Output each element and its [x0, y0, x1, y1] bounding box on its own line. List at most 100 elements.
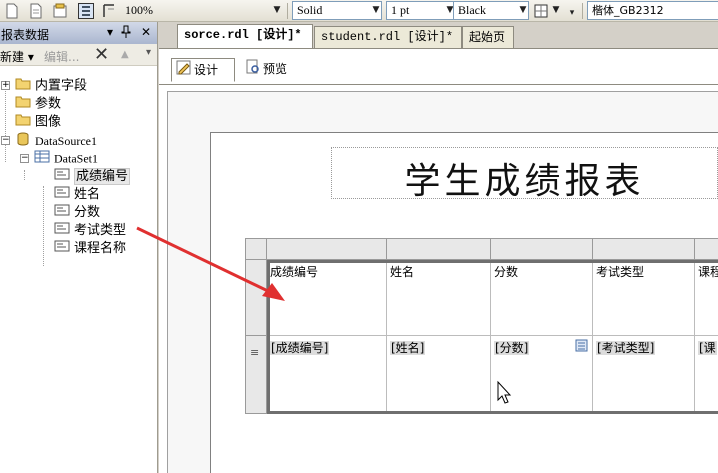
tree-item-label: 内置字段: [35, 78, 88, 94]
panel-title: 报表数据: [1, 28, 50, 42]
field-icon: [54, 204, 70, 221]
tree-item-label: DataSet1: [54, 151, 98, 166]
table-header-cell[interactable]: 分数: [491, 260, 593, 336]
expand-toggle[interactable]: +: [1, 81, 10, 90]
tree-item-datasource[interactable]: DataSource1: [15, 132, 97, 149]
tree-item-parameters[interactable]: 参数: [15, 95, 61, 112]
tab-preview[interactable]: 预览: [241, 58, 301, 82]
line-color-value: Black: [458, 3, 486, 17]
title-textbox[interactable]: 学生成绩报表: [331, 147, 718, 202]
delete-icon[interactable]: ✕: [94, 44, 109, 65]
panel-toolbar: 新建 ▾ 编辑... ✕ ▲ ▾: [0, 44, 157, 66]
datasource-icon: [15, 132, 31, 151]
close-icon[interactable]: ✕: [141, 25, 151, 39]
header-text: 姓名: [390, 265, 415, 279]
column-handle[interactable]: [387, 238, 491, 260]
line-width-value: 1 pt: [391, 3, 410, 17]
table-header-cell[interactable]: 成绩编号: [267, 260, 387, 336]
tab-start-page[interactable]: 起始页: [462, 26, 514, 48]
line-style-dropdown-icon[interactable]: ▼: [369, 1, 383, 20]
edit-button[interactable]: 编辑...: [44, 48, 79, 65]
table-corner-handle[interactable]: [245, 238, 267, 260]
formatting-toolbar: 100% ▼ Solid ▼ 1 pt ▼ Black ▼ ▼ ▾ 楷体_GB2…: [0, 0, 718, 22]
header-text: 成绩编号: [270, 265, 319, 279]
tree-item-builtin-fields[interactable]: 内置字段: [15, 77, 87, 94]
table-detail-cell[interactable]: [分数]: [491, 336, 593, 414]
font-value: 楷体_GB2312: [592, 4, 664, 17]
tab-sorce-rdl[interactable]: sorce.rdl [设计]*: [177, 24, 313, 48]
tree-field-item[interactable]: 姓名: [54, 186, 100, 203]
collapse-toggle[interactable]: −: [20, 154, 29, 163]
tab-label: 预览: [263, 62, 288, 76]
new-icon[interactable]: [4, 3, 20, 19]
toolbar-more-icon[interactable]: ▾: [146, 47, 151, 58]
header-text: 课程: [698, 265, 718, 279]
header-text: 考试类型: [596, 265, 645, 279]
toolbar-separator-2: [582, 3, 583, 19]
field-list-icon[interactable]: [575, 339, 588, 355]
folder-icon: [15, 95, 31, 113]
field-icon: [54, 168, 70, 185]
column-handle[interactable]: [593, 238, 695, 260]
table-detail-cell[interactable]: [姓名]: [387, 336, 491, 414]
tab-label: sorce.rdl [设计]*: [184, 28, 302, 42]
design-icon: [176, 60, 191, 82]
border-icon[interactable]: [533, 3, 549, 19]
field-expression: [姓名]: [390, 341, 426, 355]
zoom-value: 100%: [125, 3, 153, 17]
column-handle[interactable]: [267, 238, 387, 260]
list-icon[interactable]: [78, 3, 94, 19]
view-tabstrip: 设计 预览: [159, 48, 718, 84]
tree-field-item[interactable]: 考试类型: [54, 222, 126, 239]
toolbar-overflow-icon[interactable]: ▾: [566, 4, 578, 23]
field-label: 考试类型: [74, 223, 127, 238]
pin-icon[interactable]: [121, 25, 131, 41]
tree-item-label: DataSource1: [35, 134, 97, 148]
zoom-select[interactable]: 100%: [120, 1, 256, 20]
field-icon: [54, 222, 70, 239]
table-detail-cell[interactable]: [课: [695, 336, 718, 414]
table-detail-cell[interactable]: [考试类型]: [593, 336, 695, 414]
column-handle[interactable]: [491, 238, 593, 260]
line-icon[interactable]: [101, 3, 117, 19]
table-header-cell[interactable]: 考试类型: [593, 260, 695, 336]
column-handle[interactable]: [695, 238, 718, 260]
properties-icon[interactable]: [52, 3, 68, 19]
report-data-panel: 报表数据 ▾ ✕ 新建 ▾ 编辑... ✕ ▲ ▾ + 内置字段 参数 图像 −…: [0, 22, 158, 473]
tree-field-item[interactable]: 成绩编号: [54, 168, 131, 185]
tab-student-rdl[interactable]: student.rdl [设计]*: [314, 26, 462, 48]
folder-icon: [15, 77, 31, 95]
table-header-cell[interactable]: 姓名: [387, 260, 491, 336]
table-header-cell[interactable]: 课程: [695, 260, 718, 336]
field-label: 分数: [74, 205, 101, 220]
panel-dropdown-icon[interactable]: ▾: [107, 25, 113, 39]
preview-icon: [245, 59, 260, 81]
tree-line: [5, 86, 6, 162]
open-icon[interactable]: [28, 3, 44, 19]
field-icon: [54, 240, 70, 257]
field-icon: [54, 186, 70, 203]
font-select[interactable]: 楷体_GB2312: [587, 1, 718, 20]
tree-item-label: 图像: [35, 114, 62, 130]
tree-item-images[interactable]: 图像: [15, 113, 61, 130]
tree-line: [43, 186, 44, 266]
field-expression: [考试类型]: [596, 341, 656, 355]
report-title: 学生成绩报表: [404, 161, 645, 202]
report-table[interactable]: ≡ 成绩编号 姓名 分数 考试类型 课程 [成绩编号] [姓名] [分数] [考…: [245, 238, 718, 414]
table-detail-cell[interactable]: [成绩编号]: [267, 336, 387, 414]
move-up-icon[interactable]: ▲: [121, 49, 129, 60]
border-dropdown-icon[interactable]: ▼: [551, 1, 561, 20]
tree-field-item[interactable]: 分数: [54, 204, 100, 221]
tree-field-item[interactable]: 课程名称: [54, 240, 126, 257]
line-color-dropdown-icon[interactable]: ▼: [516, 1, 530, 20]
zoom-dropdown-icon[interactable]: ▼: [270, 1, 284, 20]
tab-design[interactable]: 设计: [171, 58, 235, 82]
field-label: 成绩编号: [74, 168, 131, 185]
tree-item-dataset[interactable]: DataSet1: [34, 150, 98, 167]
dataset-icon: [34, 150, 50, 168]
row-handle[interactable]: [245, 260, 267, 336]
field-expression: [课: [698, 341, 717, 355]
collapse-toggle[interactable]: −: [1, 136, 10, 145]
panel-header: 报表数据 ▾ ✕: [0, 22, 157, 44]
new-button[interactable]: 新建 ▾: [0, 48, 34, 65]
